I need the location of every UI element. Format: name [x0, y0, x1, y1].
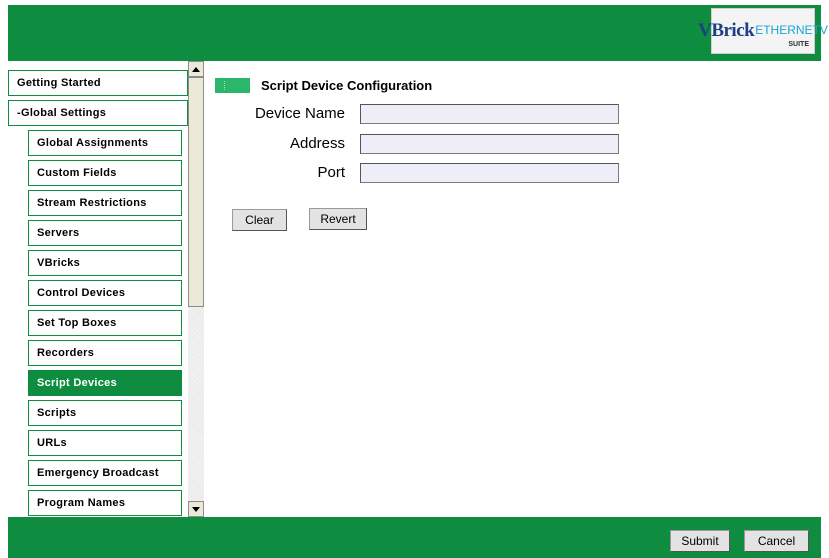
sidebar-item-control-devices[interactable]: Control Devices — [28, 280, 182, 306]
sidebar-item-custom-fields[interactable]: Custom Fields — [28, 160, 182, 186]
port-input[interactable] — [360, 163, 619, 183]
sidebar-item-scripts[interactable]: Scripts — [28, 400, 182, 426]
logo-suite: SUITE — [788, 41, 809, 48]
device-name-input[interactable] — [360, 104, 619, 124]
sidebar-nav-list: Getting Started -Global Settings Global … — [8, 61, 188, 517]
sidebar-item-vbricks[interactable]: VBricks — [28, 250, 182, 276]
logo-product: ETHERNETV — [755, 23, 828, 37]
footer-bar: Submit Cancel — [8, 517, 821, 558]
scroll-up-button[interactable] — [188, 61, 204, 77]
app-header: VBrick ETHERNETV SUITE — [8, 5, 828, 61]
sidebar-item-program-names[interactable]: Program Names — [28, 490, 182, 516]
sidebar-item-stream-restrictions[interactable]: Stream Restrictions — [28, 190, 182, 216]
page-title: Script Device Configuration — [261, 78, 433, 93]
section-marker-icon — [215, 78, 250, 93]
sidebar-item-getting-started[interactable]: Getting Started — [8, 70, 188, 96]
arrow-up-icon — [192, 66, 200, 72]
scrollbar-thumb[interactable] — [188, 77, 204, 307]
cancel-button[interactable]: Cancel — [744, 530, 809, 552]
arrow-down-icon — [192, 506, 200, 512]
sidebar-item-recorders[interactable]: Recorders — [28, 340, 182, 366]
sidebar-item-urls[interactable]: URLs — [28, 430, 182, 456]
submit-button[interactable]: Submit — [670, 530, 730, 552]
sidebar-item-servers[interactable]: Servers — [28, 220, 182, 246]
sidebar-item-emergency-broadcast[interactable]: Emergency Broadcast — [28, 460, 182, 486]
sidebar-item-global-settings[interactable]: -Global Settings — [8, 100, 188, 126]
sidebar: Getting Started -Global Settings Global … — [8, 61, 205, 517]
port-label: Port — [317, 164, 345, 181]
address-label: Address — [289, 135, 345, 152]
vbrick-logo: VBrick ETHERNETV SUITE — [698, 8, 828, 54]
sidebar-scrollbar[interactable] — [188, 61, 204, 517]
scroll-down-button[interactable] — [188, 501, 204, 517]
main-content: Script Device Configuration Device Name … — [205, 61, 821, 517]
clear-button[interactable]: Clear — [232, 209, 287, 231]
revert-button[interactable]: Revert — [309, 208, 367, 230]
device-name-label: Device Name — [254, 105, 345, 122]
sidebar-item-set-top-boxes[interactable]: Set Top Boxes — [28, 310, 182, 336]
address-input[interactable] — [360, 134, 619, 154]
logo-brand: VBrick — [698, 20, 755, 41]
sidebar-item-global-assignments[interactable]: Global Assignments — [28, 130, 182, 156]
sidebar-item-script-devices[interactable]: Script Devices — [28, 370, 182, 396]
